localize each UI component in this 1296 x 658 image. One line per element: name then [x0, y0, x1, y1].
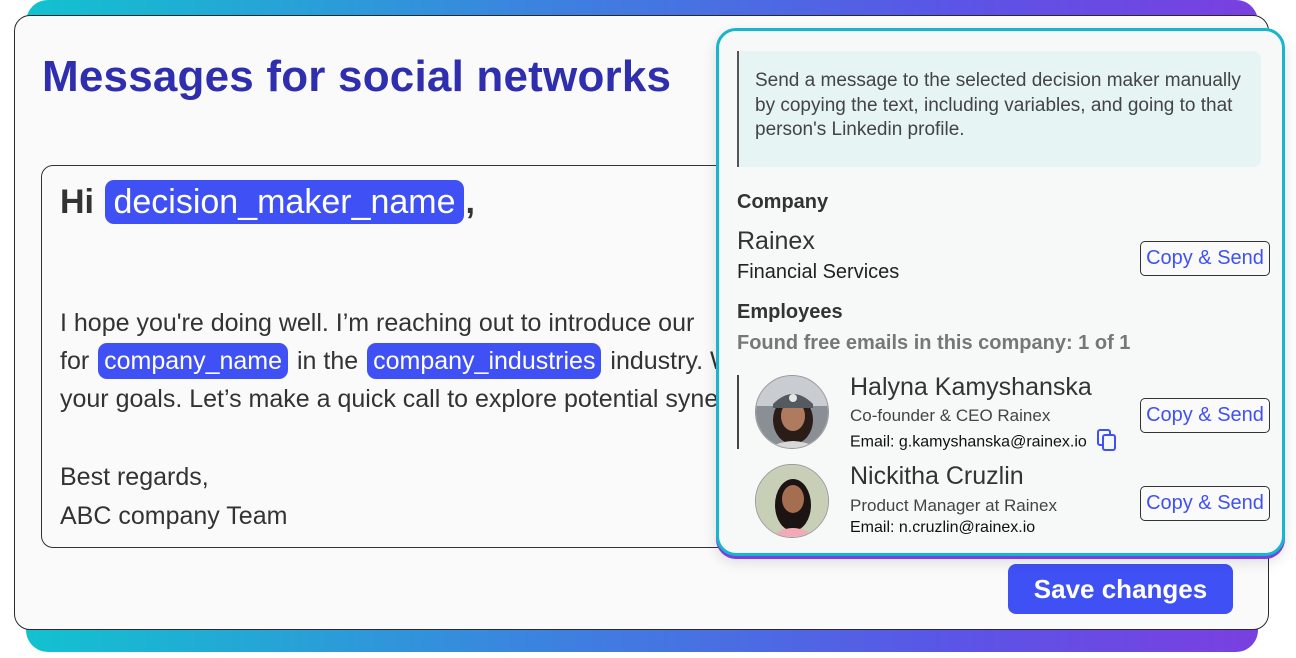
avatar [755, 464, 829, 538]
employee-copy-send-button[interactable]: Copy & Send [1140, 398, 1270, 433]
employee-email: Email: n.cruzlin@rainex.io [850, 519, 1035, 537]
line2-middle: in the [296, 347, 359, 375]
employee-email: Email: g.kamyshanska@rainex.io [850, 429, 1117, 456]
greeting-suffix: , [465, 183, 475, 221]
company-industry: Financial Services [737, 261, 900, 283]
message-line-2: for company_name in the company_industri… [60, 342, 740, 380]
company-copy-send-button[interactable]: Copy & Send [1140, 241, 1270, 276]
employees-label: Employees [737, 301, 843, 323]
employee-copy-send-button[interactable]: Copy & Send [1140, 486, 1270, 521]
page-title: Messages for social networks [42, 52, 672, 101]
employee-name: Halyna Kamyshanska [850, 373, 1092, 401]
company-name: Rainex [737, 227, 815, 255]
email-label: Email: [850, 519, 895, 536]
copy-icon[interactable] [1097, 429, 1117, 456]
variable-chip-company-name[interactable]: company_name [98, 343, 289, 379]
message-signature: ABC company Team [60, 502, 288, 530]
instruction-hint: Send a message to the selected decision … [737, 51, 1261, 167]
variable-chip-company-industries[interactable]: company_industries [367, 343, 602, 379]
save-changes-button[interactable]: Save changes [1008, 564, 1233, 614]
employee-name: Nickitha Cruzlin [850, 462, 1024, 490]
send-panel: Send a message to the selected decision … [716, 28, 1285, 556]
message-signoff: Best regards, [60, 463, 209, 491]
email-value: g.kamyshanska@rainex.io [898, 433, 1087, 451]
email-value: n.cruzlin@rainex.io [898, 519, 1036, 536]
greeting-line: Hi decision_maker_name, [60, 180, 475, 224]
line2-prefix: for [60, 347, 90, 375]
found-emails-text: Found free emails in this company: 1 of … [737, 332, 1131, 354]
greeting-prefix: Hi [60, 183, 94, 221]
avatar [755, 375, 829, 449]
email-label: Email: [850, 433, 895, 451]
message-line-1: I hope you're doing well. I’m reaching o… [60, 309, 695, 337]
employee-role: Product Manager at Rainex [850, 496, 1057, 515]
variable-chip-decision-maker-name[interactable]: decision_maker_name [105, 180, 464, 224]
message-line-3: your goals. Let’s make a quick call to e… [60, 385, 741, 413]
message-editor[interactable]: Hi decision_maker_name, I hope you're do… [41, 165, 741, 548]
company-label: Company [737, 191, 829, 213]
employee-role: Co-founder & CEO Rainex [850, 406, 1051, 425]
selected-employee-indicator [737, 375, 739, 449]
